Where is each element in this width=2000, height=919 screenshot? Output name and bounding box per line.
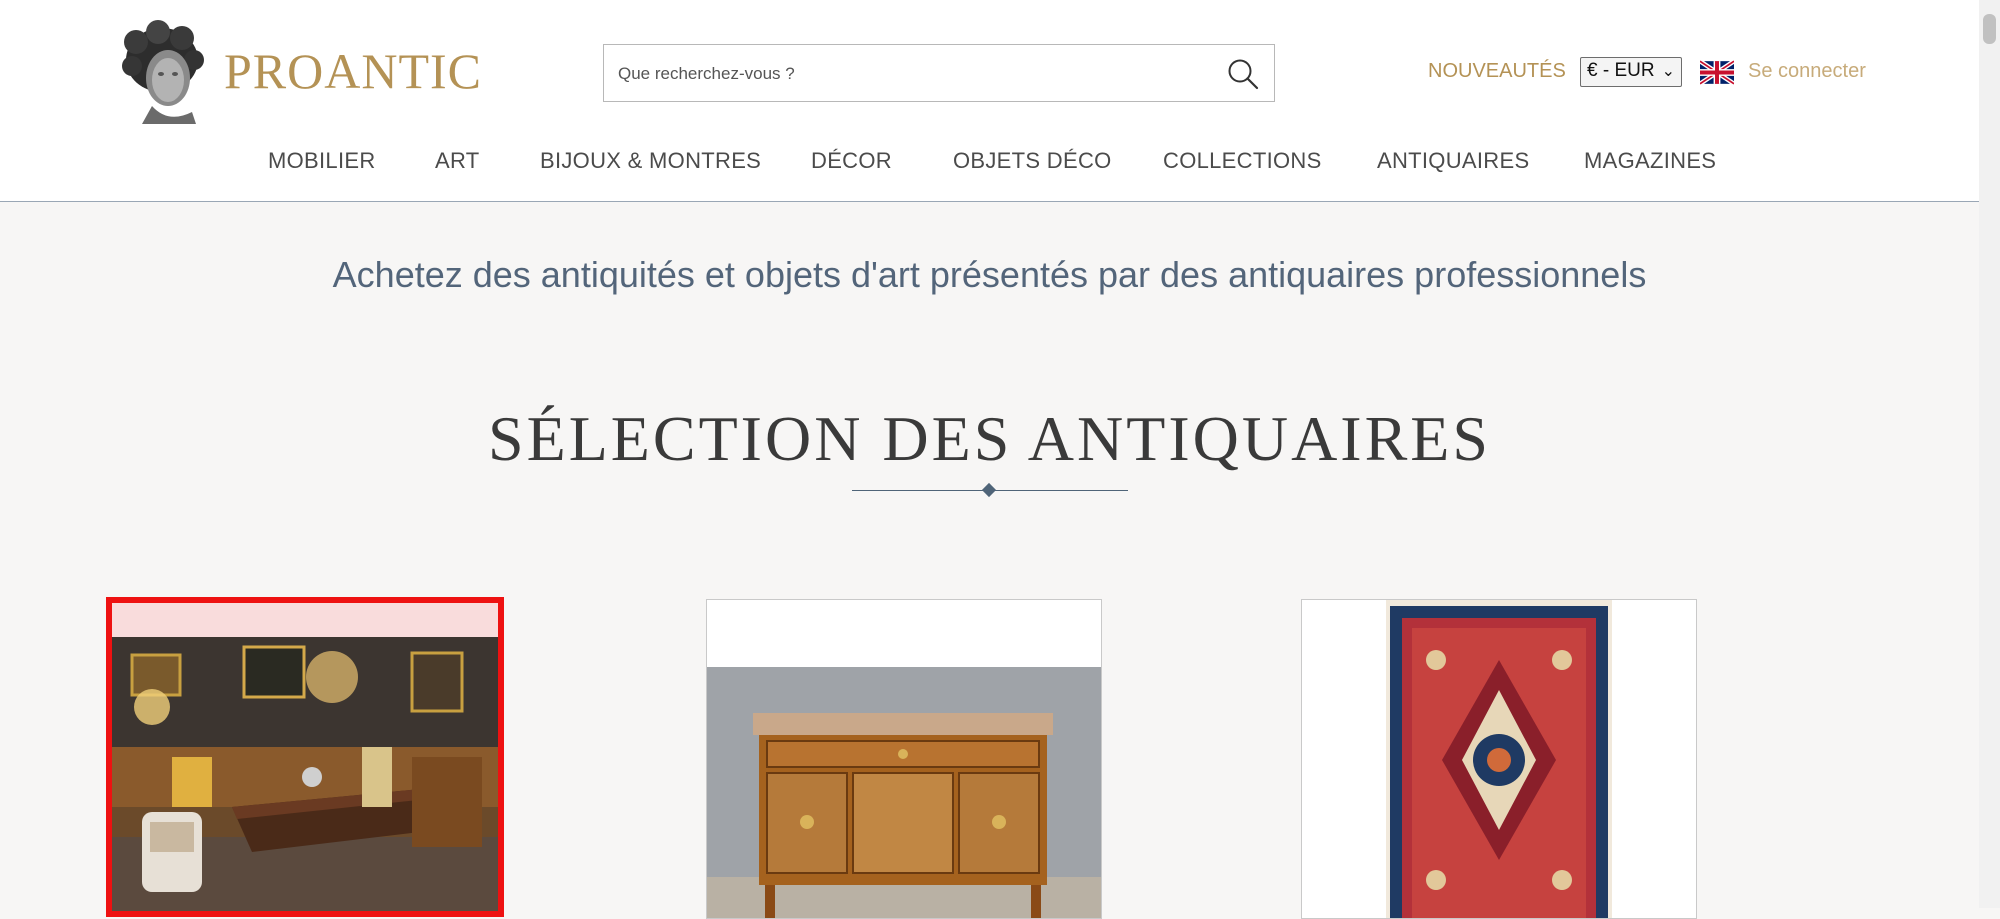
nav-item-objets-deco[interactable]: OBJETS DÉCO [953, 148, 1112, 174]
nav-item-mobilier[interactable]: MOBILIER [268, 148, 376, 174]
uk-flag-icon[interactable] [1700, 60, 1734, 85]
search-bar [603, 44, 1275, 102]
marquetry-commode-photo [707, 667, 1101, 918]
scrollbar-thumb[interactable] [1983, 14, 1996, 44]
section-title: SÉLECTION DES ANTIQUAIRES [488, 403, 1491, 474]
site-header: PROANTIC NOUVEAUTÉS € - EUR ⌄ Se connect… [0, 0, 1979, 202]
logo-bust-icon [122, 20, 204, 124]
logo-text: PROANTIC [224, 43, 483, 99]
search-icon[interactable] [1226, 57, 1260, 91]
page-scrollbar[interactable] [1979, 0, 2000, 908]
chevron-down-icon: ⌄ [1661, 63, 1675, 80]
nav-item-antiquaires[interactable]: ANTIQUAIRES [1377, 148, 1529, 174]
nav-item-magazines[interactable]: MAGAZINES [1584, 148, 1716, 174]
nav-item-bijoux-montres[interactable]: BIJOUX & MONTRES [540, 148, 761, 174]
product-card[interactable] [106, 597, 504, 917]
currency-value: € - EUR [1587, 60, 1655, 81]
product-card[interactable] [1301, 599, 1697, 919]
nav-item-collections[interactable]: COLLECTIONS [1163, 148, 1322, 174]
nav-item-decor[interactable]: DÉCOR [811, 148, 892, 174]
currency-select[interactable]: € - EUR ⌄ [1580, 57, 1682, 87]
card-overlay [112, 603, 498, 637]
title-divider-ornament [981, 482, 997, 498]
main-nav: MOBILIER ART BIJOUX & MONTRES DÉCOR OBJE… [0, 148, 1979, 178]
persian-rug-photo [1386, 600, 1612, 918]
nav-item-art[interactable]: ART [435, 148, 480, 174]
product-card[interactable] [706, 599, 1102, 919]
antique-shop-interior-photo [112, 637, 498, 911]
nouveautes-link[interactable]: NOUVEAUTÉS [1428, 60, 1566, 83]
login-link[interactable]: Se connecter [1748, 60, 1866, 83]
tagline: Achetez des antiquités et objets d'art p… [332, 254, 1647, 295]
search-input[interactable] [616, 57, 1200, 91]
